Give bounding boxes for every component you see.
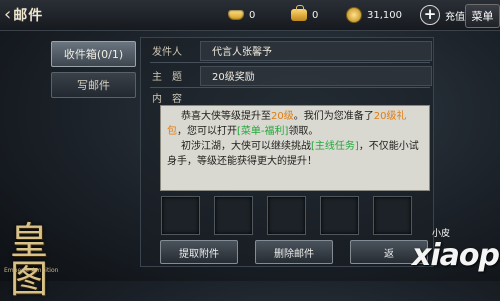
- sender-row: 发件人 代言人张馨予: [152, 40, 272, 60]
- main-quest-link[interactable]: [主线任务]: [311, 141, 359, 152]
- menu-label: 菜单: [471, 10, 494, 23]
- content-label: 内 容: [152, 93, 182, 105]
- tab-inbox-label: 收件箱(0/1): [63, 48, 124, 61]
- subject-label: 主 题: [152, 71, 182, 83]
- coin-resource: 31,100: [346, 6, 402, 24]
- text: 领取。: [288, 126, 319, 137]
- mail-paragraph-2: 初涉江湖，大侠可以继续挑战[主线任务]，不仅能小试身手，等级还能获得更大的提升！: [167, 139, 423, 169]
- recharge-button[interactable]: + 充值: [420, 5, 465, 25]
- text: 初涉江湖，大侠可以继续挑战: [181, 141, 311, 152]
- attachment-slot[interactable]: [373, 196, 412, 235]
- attachment-slot[interactable]: [267, 196, 306, 235]
- content-row: 内 容: [152, 87, 202, 107]
- delete-mail-button[interactable]: 删除邮件: [255, 240, 333, 264]
- sender-value: 代言人张馨予: [212, 46, 272, 58]
- gold-resource: 0: [228, 6, 255, 24]
- subject-row: 主 题 20级奖励: [152, 65, 255, 85]
- bound-gold-icon: [291, 5, 307, 21]
- level-highlight: 20级: [271, 111, 294, 122]
- coin-icon: [346, 7, 362, 23]
- gold-amount: 0: [249, 9, 256, 21]
- divider: [150, 62, 430, 63]
- collect-attachments-button[interactable]: 提取附件: [160, 240, 238, 264]
- game-logo: 皇图 Emperor Ambition: [2, 222, 62, 298]
- collect-label: 提取附件: [179, 248, 219, 260]
- mail-body: 恭喜大侠等级提升至20级。我们为您准备了20级礼包，您可以打开[菜单-福利]领取…: [160, 105, 430, 191]
- tab-compose[interactable]: 写邮件: [51, 72, 136, 98]
- text: ，您可以打开: [177, 126, 237, 137]
- gold-ingot-icon: [228, 10, 244, 20]
- coin-amount: 31,100: [367, 9, 402, 21]
- tab-compose-label: 写邮件: [77, 79, 110, 92]
- chevron-left-icon: ‹: [4, 4, 12, 25]
- back-button[interactable]: ‹ 邮件: [4, 3, 52, 27]
- attachment-slot[interactable]: [320, 196, 359, 235]
- sender-label: 发件人: [152, 46, 182, 58]
- bound-gold-amount: 0: [312, 9, 319, 21]
- page-title: 邮件: [13, 8, 44, 24]
- plus-icon: +: [420, 5, 440, 25]
- logo-glyph: 皇图: [10, 219, 49, 301]
- welfare-link[interactable]: [菜单-福利]: [237, 126, 288, 137]
- delete-label: 删除邮件: [274, 248, 314, 260]
- watermark: 小皮 xiaopi: [412, 222, 500, 280]
- mail-paragraph-1: 恭喜大侠等级提升至20级。我们为您准备了20级礼包，您可以打开[菜单-福利]领取…: [167, 109, 423, 139]
- tab-inbox[interactable]: 收件箱(0/1): [51, 41, 136, 67]
- top-bar: ‹ 邮件 0 0 31,100 + 充值 菜单: [0, 0, 500, 31]
- text: 。我们为您准备了: [293, 111, 374, 122]
- watermark-big: xiaopi: [412, 238, 500, 273]
- logo-subtitle: Emperor Ambition: [4, 267, 59, 274]
- text: 恭喜大侠等级提升至: [181, 111, 271, 122]
- menu-button[interactable]: 菜单: [465, 4, 500, 28]
- return-label: 返: [384, 248, 394, 260]
- attachment-slot[interactable]: [214, 196, 253, 235]
- bound-gold-resource: 0: [291, 5, 319, 24]
- recharge-label: 充值: [445, 11, 465, 23]
- subject-value: 20级奖励: [212, 71, 255, 83]
- attachment-slot[interactable]: [161, 196, 200, 235]
